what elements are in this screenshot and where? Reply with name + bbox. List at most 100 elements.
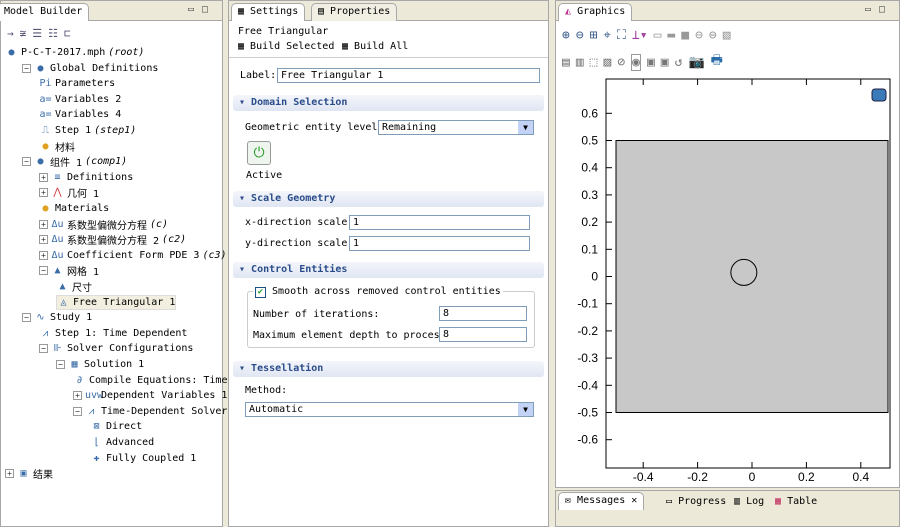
- collapse-icon[interactable]: −: [22, 63, 31, 73]
- method-select[interactable]: Automatic ▼: [245, 402, 534, 417]
- tree-node[interactable]: − ⊪ Solver Configurations: [39, 341, 193, 356]
- tree-node[interactable]: a= Variables 4: [39, 107, 121, 122]
- expand-icon[interactable]: +: [39, 219, 48, 229]
- tree-node[interactable]: + ▣ 结果: [5, 466, 53, 481]
- tab-settings[interactable]: ▦ Settings: [231, 3, 306, 21]
- smooth-checkbox[interactable]: ✔ Smooth across removed control entities: [253, 286, 503, 298]
- collapse-icon[interactable]: −: [22, 313, 31, 323]
- tree-node[interactable]: Pi Parameters: [39, 76, 115, 91]
- iterations-input[interactable]: 8: [439, 306, 527, 321]
- tree-node[interactable]: ∂ Compile Equations: Time: [73, 373, 227, 388]
- expand-icon[interactable]: ☷: [48, 27, 58, 40]
- expand-icon[interactable]: +: [39, 188, 48, 198]
- active-toggle-button[interactable]: ⏻: [247, 141, 271, 165]
- tree-node[interactable]: + uvw Dependent Variables 1: [73, 388, 227, 403]
- clear-selection-icon[interactable]: ▨: [603, 55, 611, 70]
- tree-node[interactable]: − ● 组件 1 (comp1): [22, 154, 127, 169]
- tree-node[interactable]: ✚ Fully Coupled 1: [90, 451, 196, 466]
- tree-node[interactable]: + ⋀ 几何 1: [39, 185, 99, 200]
- tree-node[interactable]: ⎍ Step 1 (step1): [39, 123, 136, 138]
- expand-icon[interactable]: +: [73, 391, 82, 401]
- difference-icon[interactable]: ⊖: [695, 28, 703, 43]
- collapse-icon[interactable]: −: [39, 266, 48, 276]
- axis-orientation-icon[interactable]: ⟂▾: [632, 28, 648, 43]
- center-icon[interactable]: ⌖: [603, 28, 610, 43]
- intersect-icon[interactable]: ■: [681, 28, 689, 43]
- collapse-icon[interactable]: −: [22, 157, 31, 167]
- tree-node[interactable]: − ▲ 网格 1: [39, 263, 99, 278]
- tab-properties[interactable]: ▤ Properties: [311, 3, 398, 21]
- tab-messages[interactable]: ✉ Messages ✕: [558, 492, 645, 510]
- tree-node[interactable]: ● 材料: [39, 139, 75, 154]
- union-icon[interactable]: ▬: [667, 28, 675, 43]
- tree-node[interactable]: + ≡ Definitions: [39, 170, 133, 185]
- x-scale-input[interactable]: 1: [349, 215, 530, 230]
- hide-icon[interactable]: ⊘: [617, 55, 625, 70]
- collapse-icon[interactable]: −: [56, 360, 65, 369]
- geo-level-select[interactable]: Remaining ▼: [378, 120, 534, 135]
- tree-node[interactable]: ▲ 尺寸: [56, 279, 92, 294]
- tree-node[interactable]: − ∿ Study 1: [22, 310, 92, 325]
- expand-icon[interactable]: +: [39, 172, 48, 182]
- show-view-icon[interactable]: ◉: [631, 53, 641, 71]
- camera-icon[interactable]: 📷: [688, 55, 704, 70]
- zoom-out-icon[interactable]: ⊖: [576, 28, 584, 43]
- tab-log[interactable]: ▥ Log: [734, 496, 764, 507]
- zoom-in-icon[interactable]: ⊕: [562, 28, 570, 43]
- build-all-button[interactable]: ▦ Build All: [342, 41, 408, 52]
- transparency-icon[interactable]: ▧: [723, 28, 731, 43]
- tree-node[interactable]: ⌊ Advanced: [90, 435, 154, 450]
- tree-node[interactable]: + Δu 系数型偏微分方程 (c): [39, 217, 168, 232]
- tab-graphics[interactable]: ◭ Graphics: [558, 3, 633, 21]
- section-scale-geometry[interactable]: ▾ Scale Geometry: [233, 191, 544, 207]
- show-icon[interactable]: ≆: [20, 27, 27, 40]
- y-scale-input[interactable]: 1: [349, 236, 530, 251]
- section-domain-selection[interactable]: ▾ Domain Selection: [233, 95, 544, 111]
- wireframe-icon[interactable]: ▣: [647, 55, 655, 70]
- tree-node[interactable]: ◬ Free Triangular 1: [56, 294, 177, 310]
- section-tessellation[interactable]: ▾ Tessellation: [233, 361, 544, 377]
- collapse-icon[interactable]: ☰: [32, 27, 42, 40]
- y-tick-label: 0.6: [581, 106, 598, 120]
- window-controls[interactable]: ▭□: [865, 4, 893, 15]
- progress-icon: ▭: [666, 496, 673, 507]
- select-icon[interactable]: ▭: [654, 28, 662, 43]
- model-builder-toolbar: → ≆ ☰ ☷ ⊏: [1, 23, 222, 43]
- deselect-icon[interactable]: ▥: [576, 55, 584, 70]
- print-icon[interactable]: 🖶: [711, 51, 723, 73]
- expand-icon[interactable]: +: [5, 469, 14, 479]
- expand-icon[interactable]: +: [39, 235, 48, 245]
- window-controls[interactable]: ▭□: [188, 4, 216, 15]
- tab-progress[interactable]: ▭ Progress: [666, 496, 726, 507]
- tree-node[interactable]: − ▦ Solution 1: [56, 357, 144, 372]
- tree-node[interactable]: − ⩘ Time-Dependent Solver 1: [73, 404, 239, 419]
- compose-icon[interactable]: ⊜: [709, 28, 717, 43]
- collapse-icon[interactable]: −: [73, 406, 82, 416]
- tree-node[interactable]: + Δu Coefficient Form PDE 3 (c3): [39, 248, 227, 263]
- tab-table[interactable]: ▦ Table: [775, 496, 817, 507]
- tree-node[interactable]: ● Materials: [39, 201, 109, 216]
- section-control-entities[interactable]: ▾ Control Entities: [233, 262, 544, 278]
- select-box-icon[interactable]: ▤: [562, 55, 570, 70]
- tree-node[interactable]: + Δu 系数型偏微分方程 2 (c2): [39, 232, 186, 247]
- expand-icon[interactable]: +: [39, 250, 48, 260]
- select-all-icon[interactable]: ⬚: [590, 55, 598, 70]
- arrow-right-icon[interactable]: →: [7, 27, 14, 40]
- build-selected-button[interactable]: ▦ Build Selected: [238, 41, 334, 52]
- tab-properties-label: Properties: [330, 6, 391, 17]
- zoom-extents-icon[interactable]: ⛶: [617, 28, 626, 43]
- tree-node[interactable]: − ● Global Definitions: [22, 61, 158, 76]
- graphics-canvas[interactable]: 0.6 0.5 0.4 0.3 0.2 0.1 0 -0.1 -0.2 -0.3 -0.4 -0.5 -…: [556, 73, 899, 487]
- label-input[interactable]: Free Triangular 1: [277, 68, 540, 83]
- depth-input[interactable]: 8: [439, 327, 527, 342]
- tree-node[interactable]: ● P-C-T-2017.mph (root): [5, 45, 144, 60]
- reset-icon[interactable]: ↺: [675, 55, 683, 70]
- tree-node[interactable]: ⩘ Step 1: Time Dependent: [39, 326, 188, 341]
- tab-model-builder[interactable]: Model Builder: [0, 3, 90, 21]
- tree-node[interactable]: a= Variables 2: [39, 92, 121, 107]
- tree-node[interactable]: ⊠ Direct: [90, 419, 142, 434]
- zoom-box-icon[interactable]: ⊞: [590, 28, 598, 43]
- tree-icon[interactable]: ⊏: [64, 27, 71, 40]
- scene-light-icon[interactable]: ▣: [661, 55, 669, 70]
- collapse-icon[interactable]: −: [39, 344, 48, 354]
